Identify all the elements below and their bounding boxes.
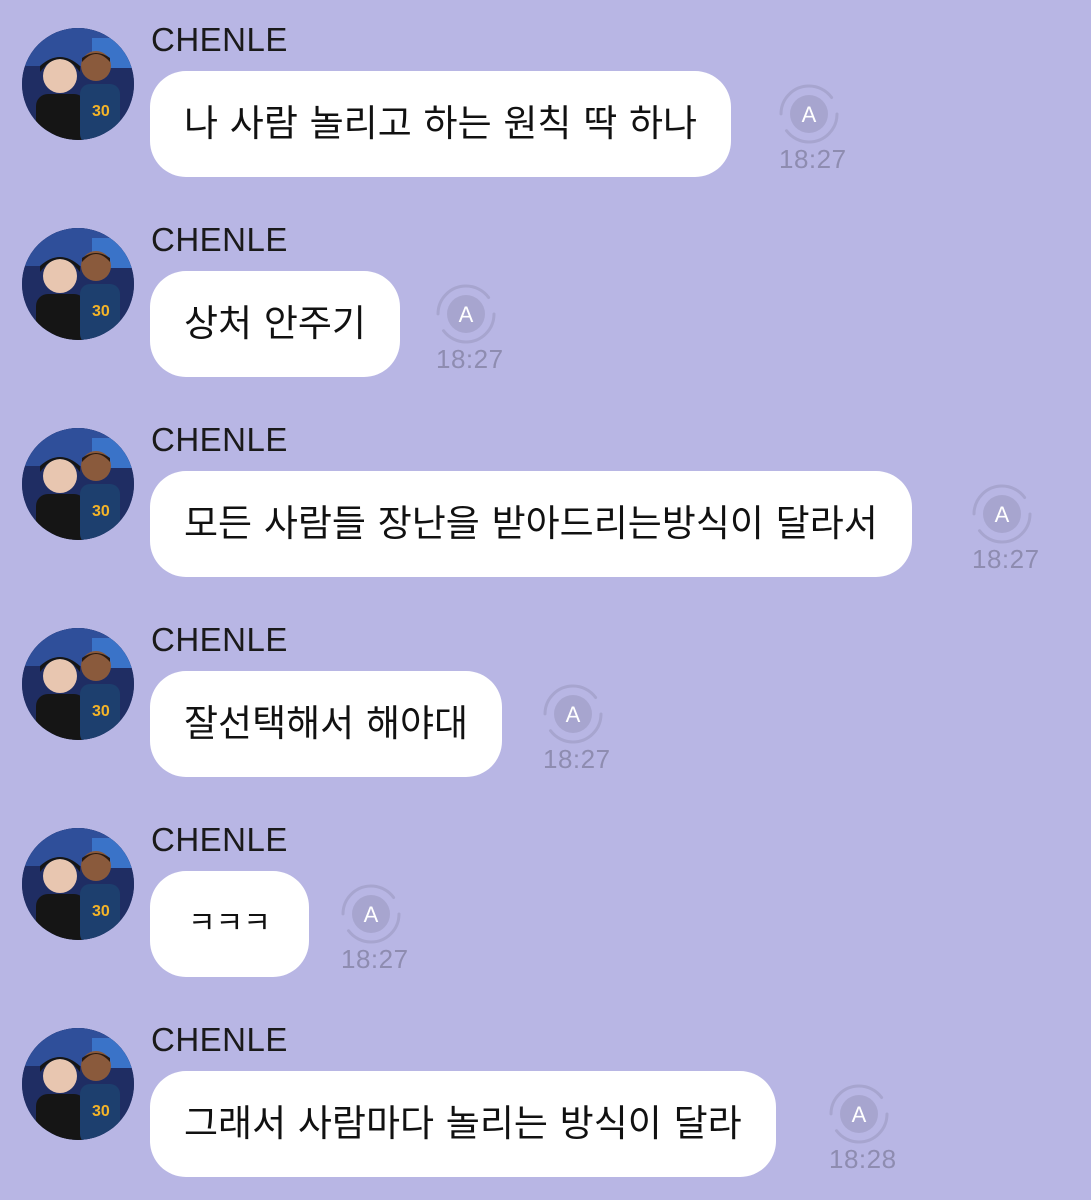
avatar[interactable]: 30 bbox=[22, 1028, 134, 1140]
sender-name: CHENLE bbox=[151, 421, 288, 458]
svg-text:30: 30 bbox=[92, 503, 110, 520]
sender-name: CHENLE bbox=[151, 21, 288, 58]
message-meta: A 18:27 bbox=[972, 484, 1052, 574]
message-bubble[interactable]: 잘선택해서 해야대 bbox=[150, 671, 503, 777]
message-time: 18:27 bbox=[341, 944, 409, 974]
message-time: 18:27 bbox=[972, 544, 1040, 574]
message-row: 30 CHENLE 나 사람 놀리고 하는 원칙 딱 하나 A 18:27 bbox=[0, 0, 1091, 190]
message-bubble[interactable]: 그래서 사람마다 놀리는 방식이 달라 bbox=[150, 1071, 776, 1177]
svg-text:A: A bbox=[459, 302, 474, 327]
message-meta: A 18:27 bbox=[436, 284, 516, 374]
sender-name: CHENLE bbox=[151, 621, 288, 658]
translate-icon[interactable]: A bbox=[543, 684, 603, 744]
message-time: 18:27 bbox=[543, 744, 611, 774]
svg-text:A: A bbox=[802, 102, 817, 127]
message-bubble[interactable]: 상처 안주기 bbox=[150, 271, 400, 377]
translate-icon[interactable]: A bbox=[436, 284, 496, 344]
profile-photo-icon: 30 bbox=[22, 1028, 134, 1140]
message-row: 30 CHENLE 모든 사람들 장난을 받아드리는방식이 달라서 A 18:2… bbox=[0, 400, 1091, 590]
message-row: 30 CHENLE 상처 안주기 A 18:27 bbox=[0, 200, 1091, 390]
avatar[interactable]: 30 bbox=[22, 428, 134, 540]
profile-photo-icon: 30 bbox=[22, 428, 134, 540]
svg-text:30: 30 bbox=[92, 103, 110, 120]
profile-photo-icon: 30 bbox=[22, 828, 134, 940]
svg-text:30: 30 bbox=[92, 703, 110, 720]
message-time: 18:28 bbox=[829, 1144, 897, 1174]
translate-icon[interactable]: A bbox=[972, 484, 1032, 544]
message-time: 18:27 bbox=[436, 344, 504, 374]
message-meta: A 18:27 bbox=[543, 684, 623, 774]
message-meta: A 18:27 bbox=[341, 884, 421, 974]
avatar[interactable]: 30 bbox=[22, 228, 134, 340]
svg-text:A: A bbox=[566, 702, 581, 727]
profile-photo-icon: 30 bbox=[22, 228, 134, 340]
message-meta: A 18:27 bbox=[779, 84, 859, 174]
translate-icon[interactable]: A bbox=[341, 884, 401, 944]
translate-icon[interactable]: A bbox=[829, 1084, 889, 1144]
message-bubble[interactable]: ㅋㅋㅋ bbox=[150, 871, 309, 977]
avatar[interactable]: 30 bbox=[22, 28, 134, 140]
avatar[interactable]: 30 bbox=[22, 628, 134, 740]
profile-photo-icon: 30 bbox=[22, 28, 134, 140]
svg-text:A: A bbox=[852, 1102, 867, 1127]
message-row: 30 CHENLE 그래서 사람마다 놀리는 방식이 달라 A 18:28 bbox=[0, 1000, 1091, 1190]
sender-name: CHENLE bbox=[151, 1021, 288, 1058]
svg-text:30: 30 bbox=[92, 1103, 110, 1120]
svg-text:30: 30 bbox=[92, 903, 110, 920]
translate-icon[interactable]: A bbox=[779, 84, 839, 144]
svg-text:30: 30 bbox=[92, 303, 110, 320]
chat-thread: 30 CHENLE 나 사람 놀리고 하는 원칙 딱 하나 A 18:27 30… bbox=[0, 0, 1091, 1200]
message-row: 30 CHENLE 잘선택해서 해야대 A 18:27 bbox=[0, 600, 1091, 790]
sender-name: CHENLE bbox=[151, 821, 288, 858]
sender-name: CHENLE bbox=[151, 221, 288, 258]
message-bubble[interactable]: 모든 사람들 장난을 받아드리는방식이 달라서 bbox=[150, 471, 912, 577]
message-row: 30 CHENLE ㅋㅋㅋ A 18:27 bbox=[0, 800, 1091, 990]
message-meta: A 18:28 bbox=[829, 1084, 909, 1174]
avatar[interactable]: 30 bbox=[22, 828, 134, 940]
svg-text:A: A bbox=[995, 502, 1010, 527]
profile-photo-icon: 30 bbox=[22, 628, 134, 740]
svg-text:A: A bbox=[364, 902, 379, 927]
message-time: 18:27 bbox=[779, 144, 847, 174]
message-bubble[interactable]: 나 사람 놀리고 하는 원칙 딱 하나 bbox=[150, 71, 732, 177]
